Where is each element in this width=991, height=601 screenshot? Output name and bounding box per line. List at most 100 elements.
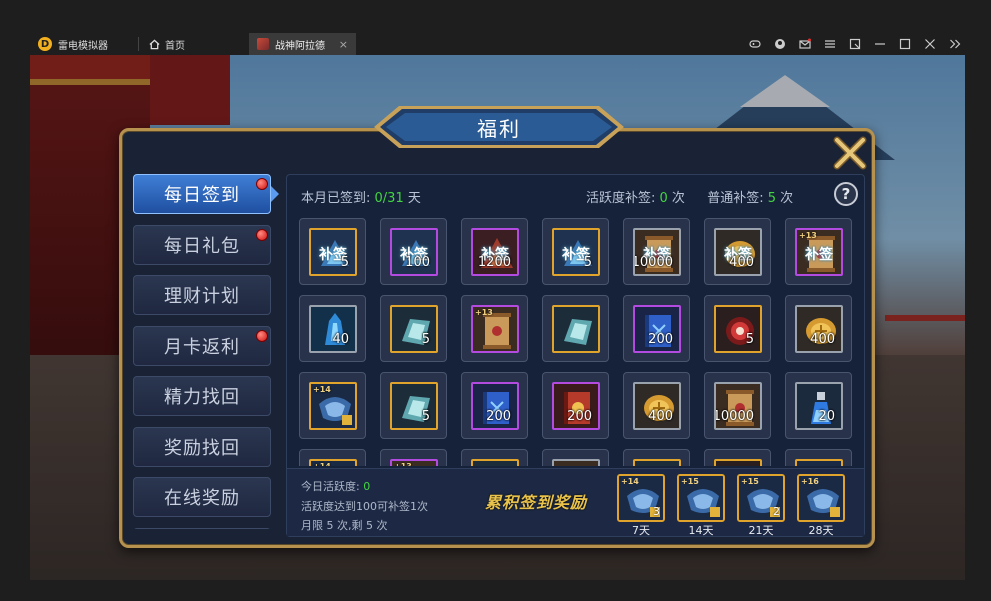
reward-slot[interactable]: 20 (785, 372, 852, 439)
item-frame: 补签 1200 (471, 228, 519, 276)
menu-item-label: 在线奖励 (164, 488, 240, 509)
tab-home[interactable]: 首页 (139, 33, 244, 55)
reward-slot[interactable]: +14 (299, 449, 366, 466)
cumulative-reward-item[interactable]: +15 (677, 474, 725, 522)
menu-item-label: 每日礼包 (164, 235, 240, 257)
enhance-level: +13 (394, 462, 412, 466)
menu-item-more[interactable] (133, 527, 271, 529)
item-frame: 40 (309, 305, 357, 353)
item-quantity: 200 (486, 409, 511, 424)
enhance-level: +14 (621, 477, 639, 486)
expand-sidebar-icon[interactable] (949, 38, 961, 50)
item-quantity: 2 (773, 505, 780, 518)
welfare-menu: 每日签到每日礼包理财计划月卡返利精力找回奖励找回在线奖励 (133, 174, 273, 529)
stone-item-icon (473, 461, 517, 466)
today-activity-value: 0 (363, 480, 371, 493)
item-frame (633, 459, 681, 466)
brand-label: 雷电模拟器 (58, 40, 108, 52)
reward-slot[interactable]: 5 (380, 372, 447, 439)
emulator-brand[interactable]: D 雷电模拟器 (30, 33, 138, 55)
item-quantity: 20 (818, 409, 835, 424)
item-quantity: 200 (648, 332, 673, 347)
stone-item-icon (635, 461, 679, 466)
armor-item-icon (797, 461, 841, 466)
reward-slot[interactable]: 补签 1200 (461, 218, 528, 285)
reward-slot[interactable]: 200 (623, 295, 690, 362)
reward-slot[interactable]: 补签 5 (299, 218, 366, 285)
cumulative-reward-item[interactable]: +16 (797, 474, 845, 522)
item-frame: 5 (390, 305, 438, 353)
item-quantity: 5 (340, 255, 349, 270)
reward-slot[interactable]: 补签 5 (542, 218, 609, 285)
menu-item-4[interactable]: 精力找回 (133, 376, 271, 416)
activity-rule: 活跃度达到100可补签1次 (301, 500, 428, 513)
reward-slot[interactable]: 40 (299, 295, 366, 362)
mail-icon[interactable] (799, 38, 811, 50)
reward-slot[interactable] (623, 449, 690, 466)
item-quantity: 5 (745, 332, 754, 347)
screenshot-icon[interactable] (849, 38, 861, 50)
reward-day-label: 14天 (688, 524, 714, 537)
menu-icon[interactable] (824, 38, 836, 50)
panel-title: 福利 (477, 116, 521, 141)
reward-day-label: 28天 (808, 524, 834, 537)
emulator-logo-icon: D (38, 37, 52, 51)
reward-slot[interactable]: 5 (380, 295, 447, 362)
item-quantity: 5 (421, 332, 430, 347)
reward-slot[interactable]: 补签 10000 (623, 218, 690, 285)
item-frame: 200 (552, 382, 600, 430)
item-frame: +13 (390, 459, 438, 466)
reward-slot[interactable]: 200 (461, 372, 528, 439)
reward-slot[interactable] (542, 449, 609, 466)
reward-slot[interactable] (785, 449, 852, 466)
help-button[interactable]: ? (834, 182, 858, 206)
orb-item-icon (716, 461, 760, 466)
reward-slot[interactable]: 400 (785, 295, 852, 362)
minimize-icon[interactable] (874, 38, 886, 50)
tab-close-button[interactable]: × (339, 38, 348, 51)
reward-slot[interactable]: 400 (623, 372, 690, 439)
menu-item-6[interactable]: 在线奖励 (133, 477, 271, 517)
enhance-level: +14 (313, 462, 331, 466)
reward-slot[interactable]: +13 (461, 295, 528, 362)
account-icon[interactable] (774, 38, 786, 50)
reward-slot[interactable]: 10000 (704, 372, 771, 439)
reward-slot[interactable]: 补签 100 (380, 218, 447, 285)
reward-slot[interactable] (461, 449, 528, 466)
item-quantity: 400 (810, 332, 835, 347)
close-panel-button[interactable] (833, 136, 867, 170)
signed-unit: 天 (403, 191, 421, 206)
supplement-counts: 活跃度补签: 0 次 普通补签: 5 次 (586, 187, 793, 206)
menu-item-3[interactable]: 月卡返利 (133, 325, 271, 366)
cumulative-reward-item[interactable]: +15 2 (737, 474, 785, 522)
reward-slot[interactable] (542, 295, 609, 362)
reward-slot[interactable]: 补签 400 (704, 218, 771, 285)
enhance-level: +13 (799, 231, 817, 240)
item-quantity: 1200 (477, 255, 511, 270)
menu-item-1[interactable]: 每日礼包 (133, 224, 271, 265)
item-quantity: 10000 (714, 409, 754, 424)
active-supp-unit: 次 (667, 191, 685, 206)
reward-slot[interactable]: +14 (299, 372, 366, 439)
signed-value: 0/31 (374, 191, 404, 206)
item-frame: 10000 (714, 382, 762, 430)
monthly-signed-count: 本月已签到: 0/31 天 (301, 187, 421, 206)
reward-slot[interactable]: +13 补签 (785, 218, 852, 285)
reward-slot[interactable]: 5 (704, 295, 771, 362)
cumulative-reward-item[interactable]: +14 3 (617, 474, 665, 522)
menu-item-0[interactable]: 每日签到 (133, 174, 271, 214)
active-menu-arrow-icon (271, 186, 279, 202)
tab-game[interactable]: 战神阿拉德 × (249, 33, 356, 55)
reward-slot[interactable]: 200 (542, 372, 609, 439)
menu-item-5[interactable]: 奖励找回 (133, 426, 271, 467)
reward-slot[interactable]: +13 (380, 449, 447, 466)
item-frame: 200 (633, 305, 681, 353)
reward-day-label: 7天 (632, 524, 650, 537)
maximize-icon[interactable] (899, 38, 911, 50)
tab-game-label: 战神阿拉德 (275, 40, 325, 52)
item-frame: 补签 10000 (633, 228, 681, 276)
reward-slot[interactable] (704, 449, 771, 466)
gamepad-icon[interactable] (749, 38, 761, 50)
menu-item-2[interactable]: 理财计划 (133, 275, 271, 315)
close-window-icon[interactable] (924, 38, 936, 50)
